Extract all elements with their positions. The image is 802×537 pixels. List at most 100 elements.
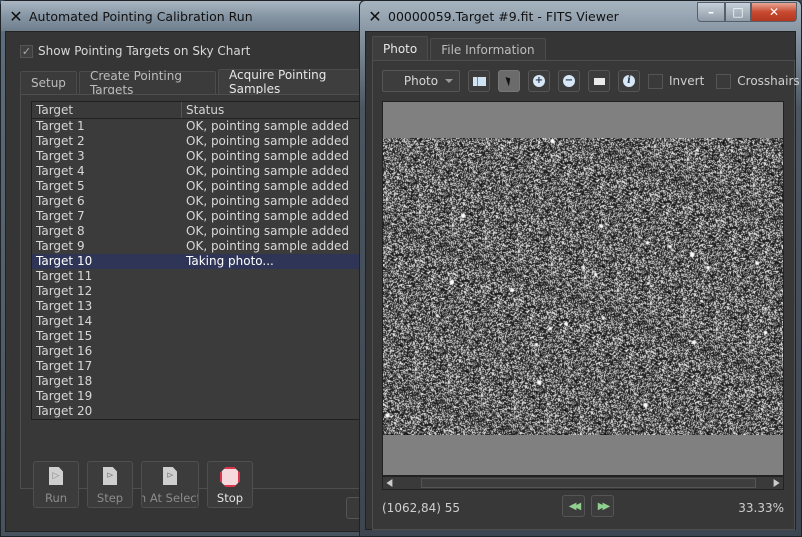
info-button[interactable]: i <box>618 70 640 92</box>
minimize-button[interactable]: – <box>697 2 725 22</box>
target-cell: Target 8 <box>36 224 85 238</box>
column-header-target[interactable]: Target <box>32 102 182 118</box>
maximize-button[interactable]: □ <box>725 2 751 22</box>
tab-acquire-pointing-samples[interactable]: Acquire Pointing Samples <box>218 68 366 96</box>
stop-icon <box>220 467 240 487</box>
invert-checkbox[interactable] <box>648 73 663 89</box>
checkbox-checked-icon[interactable]: ✓ <box>20 44 33 58</box>
play-document-icon: ▷ <box>49 467 63 485</box>
table-row[interactable]: Target 18 <box>32 374 370 389</box>
table-row[interactable]: Target 16 <box>32 344 370 359</box>
tab-file-information[interactable]: File Information <box>430 38 546 61</box>
show-targets-checkbox[interactable]: ✓ Show Pointing Targets on Sky Chart <box>20 44 250 58</box>
tab-create-pointing-targets[interactable]: Create Pointing Targets <box>78 69 217 97</box>
fits-image-view[interactable] <box>382 101 784 476</box>
zoom-in-button[interactable]: + <box>528 70 550 92</box>
status-cell: OK, pointing sample added <box>186 224 349 238</box>
table-row[interactable]: Target 3 OK, pointing sample added <box>32 149 370 164</box>
table-row[interactable]: Target 6 OK, pointing sample added <box>32 194 370 209</box>
calibration-tabs: Setup Create Pointing Targets Acquire Po… <box>20 68 368 97</box>
table-row[interactable]: Target 10 Taking photo... <box>32 254 370 269</box>
status-cell: OK, pointing sample added <box>186 164 349 178</box>
photo-panel: Photo + − i Invert Crosshairs (1062,84) … <box>372 60 800 530</box>
table-header: Target Status <box>32 102 370 119</box>
table-row[interactable]: Target 20 <box>32 404 370 419</box>
stop-button[interactable]: Stop <box>207 461 253 508</box>
close-button[interactable]: ✕ <box>751 2 797 22</box>
target-cell: Target 10 <box>36 254 93 268</box>
calibration-titlebar[interactable]: ✕ Automated Pointing Calibration Run <box>1 1 369 31</box>
run-at-selection-icon: ⊳ <box>163 467 177 485</box>
target-cell: Target 9 <box>36 239 85 253</box>
target-cell: Target 11 <box>36 269 93 283</box>
chevron-down-icon <box>445 79 453 83</box>
column-header-status[interactable]: Status <box>182 102 224 118</box>
minimize-icon: – <box>708 5 714 19</box>
status-cell: OK, pointing sample added <box>186 134 349 148</box>
zoom-out-button[interactable]: − <box>558 70 580 92</box>
table-row[interactable]: Target 8 OK, pointing sample added <box>32 224 370 239</box>
horizontal-scrollbar[interactable] <box>382 476 784 490</box>
window-title: Automated Pointing Calibration Run <box>29 8 253 24</box>
view-mode-value: Photo <box>403 74 439 88</box>
zoom-out-icon: − <box>563 75 575 87</box>
info-icon: i <box>623 75 635 87</box>
fast-forward-icon: ▶▶ <box>597 500 611 512</box>
target-cell: Target 13 <box>36 299 93 313</box>
step-button[interactable]: ⊳ Step <box>87 461 133 508</box>
target-cell: Target 2 <box>36 134 85 148</box>
scroll-left-icon[interactable] <box>386 479 393 487</box>
star-field-image[interactable] <box>383 138 783 435</box>
show-targets-label: Show Pointing Targets on Sky Chart <box>38 44 251 58</box>
pointer-button[interactable] <box>498 70 520 92</box>
table-row[interactable]: Target 14 <box>32 314 370 329</box>
viewer-tabs: Photo File Information <box>372 36 548 61</box>
fits-viewer-titlebar[interactable]: ✕ 00000059.Target #9.fit - FITS Viewer –… <box>360 1 801 31</box>
app-logo-icon: ✕ <box>9 6 23 26</box>
table-row[interactable]: Target 2 OK, pointing sample added <box>32 134 370 149</box>
table-row[interactable]: Target 4 OK, pointing sample added <box>32 164 370 179</box>
status-cell <box>182 314 186 329</box>
fits-viewer-window: ✕ 00000059.Target #9.fit - FITS Viewer –… <box>359 0 802 537</box>
table-row[interactable]: Target 1 OK, pointing sample added <box>32 119 370 134</box>
histogram-button[interactable] <box>468 70 490 92</box>
status-cell <box>182 269 186 284</box>
target-cell: Target 18 <box>36 374 93 388</box>
targets-table[interactable]: Target Status Target 1 OK, pointing sampl… <box>31 101 371 420</box>
acquire-samples-panel: Target Status Target 1 OK, pointing sampl… <box>20 94 371 508</box>
table-row[interactable]: Target 17 <box>32 359 370 374</box>
pointer-icon <box>505 75 513 87</box>
target-cell: Target 5 <box>36 179 85 193</box>
target-cell: Target 15 <box>36 329 93 343</box>
table-row[interactable]: Target 19 <box>32 389 370 404</box>
target-cell: Target 19 <box>36 389 93 403</box>
table-row[interactable]: Target 9 OK, pointing sample added <box>32 239 370 254</box>
previous-image-button[interactable]: ◀◀ <box>562 495 585 517</box>
fits-viewer-client-area: Photo File Information Photo + − i Inver… <box>365 31 800 530</box>
crosshairs-checkbox[interactable] <box>716 73 732 89</box>
maximize-icon: □ <box>732 5 744 19</box>
table-row[interactable]: Target 5 OK, pointing sample added <box>32 179 370 194</box>
scrollbar-thumb[interactable] <box>421 478 756 488</box>
table-row[interactable]: Target 7 OK, pointing sample added <box>32 209 370 224</box>
table-row[interactable]: Target 12 <box>32 284 370 299</box>
status-cell <box>182 404 186 419</box>
run-at-selection-button[interactable]: ⊳ in At Selecti <box>141 461 199 508</box>
scroll-right-icon[interactable] <box>773 479 780 487</box>
tab-photo[interactable]: Photo <box>372 36 429 61</box>
zoom-fit-button[interactable] <box>588 70 610 92</box>
status-cell: OK, pointing sample added <box>186 194 349 208</box>
table-row[interactable]: Target 11 <box>32 269 370 284</box>
target-cell: Target 16 <box>36 344 93 358</box>
view-mode-select[interactable]: Photo <box>382 70 460 92</box>
calibration-client-area: ✓ Show Pointing Targets on Sky Chart Set… <box>5 31 376 532</box>
next-image-button[interactable]: ▶▶ <box>591 495 614 517</box>
viewer-toolbar: Photo + − i Invert Crosshairs <box>382 70 802 92</box>
tab-setup[interactable]: Setup <box>20 71 77 94</box>
run-label: Run <box>44 491 68 505</box>
run-controls: ▷ Run ⊳ Step ⊳ in At Selecti Stop <box>33 461 253 508</box>
table-row[interactable]: Target 15 <box>32 329 370 344</box>
stop-label: Stop <box>216 491 244 505</box>
run-button[interactable]: ▷ Run <box>33 461 79 508</box>
table-row[interactable]: Target 13 <box>32 299 370 314</box>
